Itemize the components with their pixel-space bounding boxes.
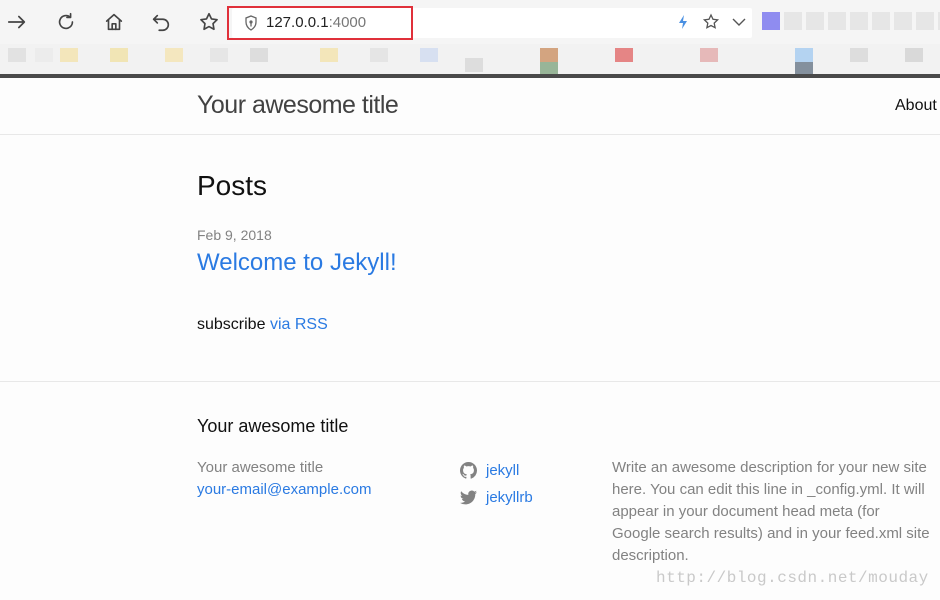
star-icon[interactable] (196, 9, 222, 35)
watermark: http://blog.csdn.net/mouday (656, 569, 929, 587)
footer-heading: Your awesome title (197, 416, 349, 436)
chevron-down-icon[interactable] (730, 13, 748, 31)
github-username: jekyll (486, 462, 520, 479)
site-footer: Your awesome title Your awesome title yo… (0, 381, 940, 600)
lightning-icon[interactable] (674, 13, 692, 31)
footer-social: jekyll jekyllrb (460, 457, 533, 511)
nav-link-about[interactable]: About (895, 97, 937, 115)
github-link[interactable]: jekyll (460, 457, 533, 484)
subscribe-line: subscribe via RSS (197, 316, 328, 334)
footer-contact: Your awesome title your-email@example.co… (197, 457, 371, 501)
home-icon[interactable] (101, 9, 127, 35)
address-highlight-box (227, 6, 413, 40)
extension-icons (762, 12, 940, 30)
footer-name: Your awesome title (197, 459, 324, 476)
rss-link[interactable]: via RSS (270, 316, 328, 333)
star-icon[interactable] (702, 13, 720, 31)
forward-icon[interactable] (4, 9, 30, 35)
bookmarks-bar (0, 44, 940, 76)
browser-toolbar: 127.0.0.1:4000 (0, 0, 940, 44)
site-description: Write an awesome description for your ne… (612, 459, 930, 564)
footer-email-link[interactable]: your-email@example.com (197, 479, 371, 501)
github-icon (460, 462, 477, 479)
site-header: Your awesome title About (0, 78, 940, 135)
site-title[interactable]: Your awesome title (197, 91, 399, 120)
subscribe-label: subscribe (197, 316, 266, 333)
twitter-link[interactable]: jekyllrb (460, 484, 533, 511)
posts-heading: Posts (197, 170, 268, 201)
twitter-username: jekyllrb (486, 489, 533, 506)
undo-icon[interactable] (148, 9, 174, 35)
twitter-icon (460, 490, 477, 505)
post-title-link[interactable]: Welcome to Jekyll! (197, 249, 397, 277)
post-date: Feb 9, 2018 (197, 227, 272, 243)
reload-icon[interactable] (53, 9, 79, 35)
